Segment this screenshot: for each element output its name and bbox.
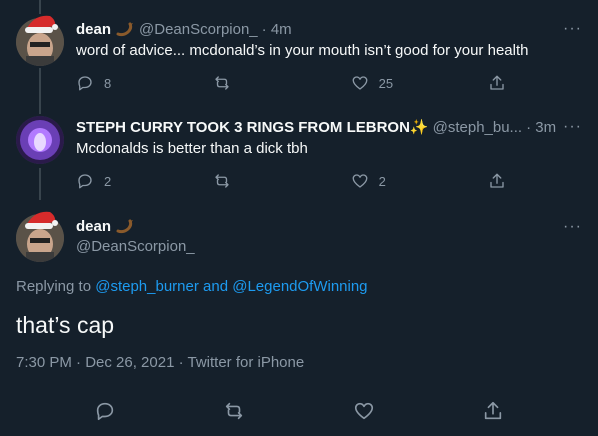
- reply-count: 8: [104, 75, 112, 91]
- like-icon[interactable]: [353, 400, 375, 422]
- share-icon[interactable]: [482, 400, 504, 422]
- tweet-text-large: that’s cap: [16, 312, 115, 338]
- tweet-time[interactable]: · 4m: [262, 21, 292, 38]
- reply-icon: [78, 76, 92, 91]
- thread-line-1: [39, 68, 41, 114]
- tweet-author-name[interactable]: dean: [76, 21, 111, 38]
- tweet-handle[interactable]: @DeanScorpion_: [139, 21, 258, 38]
- tweet-handle[interactable]: @DeanScorpion_: [76, 238, 582, 255]
- retweet-icon: [215, 174, 230, 188]
- like-count: 2: [378, 173, 386, 189]
- share-button[interactable]: [488, 172, 506, 190]
- more-icon[interactable]: ···: [563, 118, 582, 136]
- retweet-icon: [215, 76, 230, 90]
- reply-count: 2: [104, 173, 112, 189]
- replying-prefix: Replying to: [16, 278, 92, 295]
- tweet-text: word of advice... mcdonald’s in your mou…: [76, 42, 529, 59]
- thread-line-2: [39, 168, 41, 200]
- retweet-button[interactable]: [213, 172, 293, 190]
- more-icon[interactable]: ···: [563, 20, 582, 38]
- share-button[interactable]: [488, 74, 506, 92]
- reply-icon[interactable]: [94, 400, 116, 422]
- tweet-time[interactable]: · 3m: [526, 119, 556, 136]
- like-button[interactable]: 2: [351, 172, 431, 190]
- like-count: 25: [378, 75, 394, 91]
- retweet-icon[interactable]: [223, 400, 245, 422]
- more-icon[interactable]: ···: [563, 218, 582, 236]
- reply-button[interactable]: 2: [76, 172, 156, 190]
- avatar[interactable]: [16, 116, 64, 164]
- retweet-button[interactable]: [213, 74, 293, 92]
- scorpion-icon: [116, 219, 134, 234]
- replying-user-link[interactable]: @LegendOfWinning: [232, 278, 367, 295]
- tweet-text: Mcdonalds is better than a dick tbh: [76, 140, 308, 157]
- like-button[interactable]: 25: [351, 74, 431, 92]
- santa-hat-icon: [25, 211, 58, 229]
- like-icon: [352, 174, 368, 188]
- replying-to: Replying to @steph_burner and @LegendOfW…: [16, 278, 368, 295]
- replying-and: and: [203, 278, 229, 295]
- share-icon: [490, 173, 504, 188]
- share-icon: [490, 75, 504, 90]
- tweet-timestamp[interactable]: 7:30 PM · Dec 26, 2021 · Twitter for iPh…: [16, 354, 304, 371]
- tweet-author-name[interactable]: dean: [76, 218, 111, 235]
- tweet-author-name[interactable]: STEPH CURRY TOOK 3 RINGS FROM LEBRON✨: [76, 118, 429, 136]
- reply-button[interactable]: 8: [76, 74, 156, 92]
- replying-user-link[interactable]: @steph_burner: [95, 278, 199, 295]
- scorpion-icon: [116, 22, 134, 37]
- santa-hat-icon: [25, 15, 58, 33]
- like-icon: [352, 76, 368, 90]
- reply-icon: [78, 174, 92, 189]
- tweet-handle[interactable]: @steph_bu...: [433, 119, 522, 136]
